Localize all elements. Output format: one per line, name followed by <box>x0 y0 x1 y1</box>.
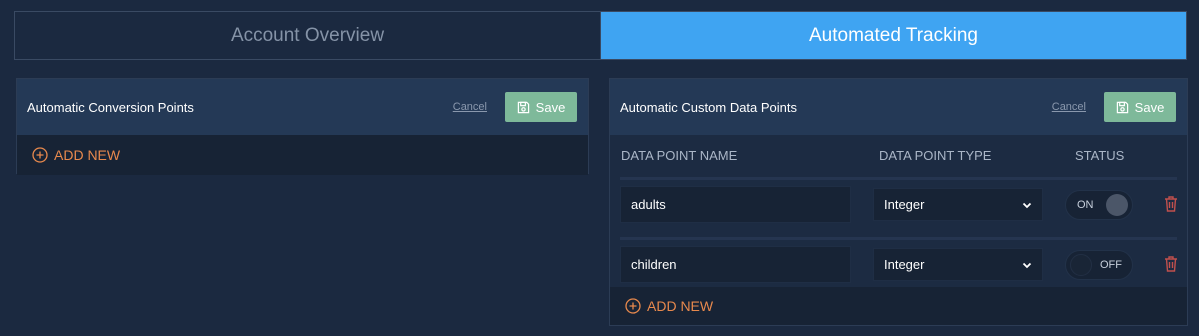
add-new-label: ADD NEW <box>647 298 714 314</box>
conversion-points-panel: Automatic Conversion Points Cancel Save … <box>16 78 589 175</box>
floppy-disk-icon <box>1116 101 1128 113</box>
add-new-button[interactable]: ADD NEW <box>610 287 1187 325</box>
add-new-label: ADD NEW <box>54 147 121 163</box>
tab-account-overview[interactable]: Account Overview <box>15 12 601 59</box>
select-value: Integer <box>884 257 925 272</box>
cancel-link[interactable]: Cancel <box>1052 101 1086 113</box>
panel-title: Automatic Custom Data Points <box>620 99 798 115</box>
tab-bar: Account Overview Automated Tracking <box>14 11 1187 60</box>
data-point-name-input[interactable] <box>620 186 851 223</box>
floppy-disk-icon <box>517 101 529 113</box>
add-new-button[interactable]: ADD NEW <box>17 135 588 175</box>
status-toggle[interactable]: ON <box>1065 190 1133 220</box>
panel-title: Automatic Conversion Points <box>27 99 194 115</box>
tab-automated-tracking[interactable]: Automated Tracking <box>601 12 1186 59</box>
panel-header: Automatic Custom Data Points Cancel Save <box>610 79 1187 135</box>
column-header-type: DATA POINT TYPE <box>879 147 992 163</box>
status-toggle[interactable]: OFF <box>1065 250 1133 280</box>
trash-icon[interactable] <box>1163 195 1179 213</box>
toggle-knob <box>1106 194 1128 216</box>
toggle-label: ON <box>1077 199 1094 211</box>
data-point-name-input[interactable] <box>620 246 851 283</box>
save-button[interactable]: Save <box>1104 92 1176 122</box>
cancel-link[interactable]: Cancel <box>453 101 487 113</box>
panel-header: Automatic Conversion Points Cancel Save <box>17 79 588 135</box>
data-point-type-select[interactable]: Integer <box>873 188 1043 221</box>
save-button[interactable]: Save <box>505 92 577 122</box>
toggle-knob <box>1070 254 1092 276</box>
column-header-status: STATUS <box>1075 147 1125 163</box>
select-value: Integer <box>884 197 925 212</box>
save-button-label: Save <box>1134 99 1165 115</box>
data-point-type-select[interactable]: Integer <box>873 248 1043 281</box>
chevron-down-icon <box>1022 262 1032 268</box>
save-button-label: Save <box>535 99 566 115</box>
plus-circle-icon <box>32 147 48 163</box>
toggle-label: OFF <box>1100 259 1122 271</box>
table-header: DATA POINT NAME DATA POINT TYPE STATUS <box>610 135 1187 175</box>
column-header-name: DATA POINT NAME <box>621 147 738 163</box>
custom-data-points-panel: Automatic Custom Data Points Cancel Save… <box>609 78 1188 326</box>
trash-icon[interactable] <box>1163 255 1179 273</box>
chevron-down-icon <box>1022 202 1032 208</box>
plus-circle-icon <box>625 298 641 314</box>
table-row: Integer ON <box>610 180 1187 237</box>
